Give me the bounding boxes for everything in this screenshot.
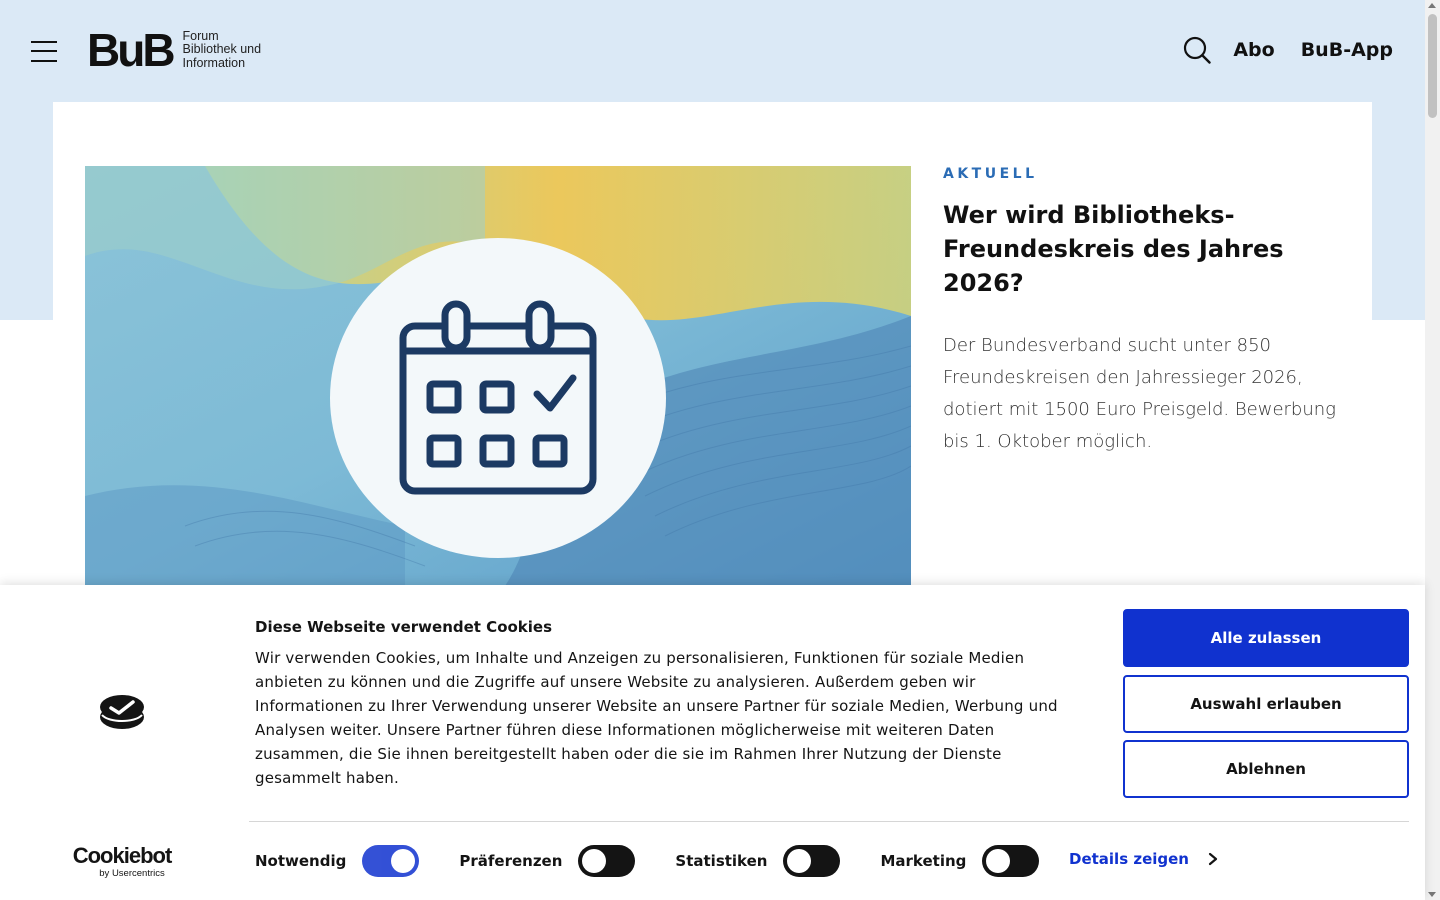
allow-all-button[interactable]: Alle zulassen	[1123, 609, 1409, 667]
logo-tagline-line: Information	[182, 55, 246, 70]
scroll-thumb[interactable]	[1428, 14, 1437, 118]
toggle-label: Präferenzen	[459, 851, 563, 870]
toggle-marketing[interactable]	[982, 844, 1040, 877]
search-icon[interactable]	[1183, 36, 1212, 64]
logo-tagline-line: Forum	[182, 28, 219, 43]
logo-tagline: Forum Bibliothek und Information	[182, 28, 262, 71]
site-header: BuB Forum Bibliothek und Information Abo…	[0, 0, 1425, 102]
teaser-text: AKTUELL Wer wird Bibliotheks-Freundeskre…	[943, 166, 1343, 458]
toggle-group-praeferenzen: Präferenzen	[459, 844, 636, 877]
cookie-divider	[249, 821, 1409, 822]
logo-tagline-line: Bibliothek und	[182, 42, 262, 57]
cookie-description: Wir verwenden Cookies, um Inhalte und An…	[255, 649, 1058, 787]
menu-icon[interactable]	[31, 38, 57, 64]
toggle-notwendig[interactable]	[362, 844, 420, 877]
header-nav: Abo BuB-App	[1183, 36, 1393, 64]
toggle-praeferenzen[interactable]	[578, 844, 636, 877]
nav-link-abo[interactable]: Abo	[1233, 39, 1274, 61]
toggle-statistiken[interactable]	[783, 844, 841, 877]
nav-link-bub-app[interactable]: BuB-App	[1301, 39, 1393, 61]
toggle-label: Statistiken	[675, 851, 768, 870]
details-link[interactable]: Details zeigen	[1069, 850, 1219, 868]
page-scrollbar[interactable]	[1425, 0, 1440, 900]
cookiebot-brand-name: Cookiebot	[72, 843, 173, 868]
teaser-kicker[interactable]: AKTUELL	[943, 166, 1343, 182]
chevron-right-icon	[1208, 852, 1218, 866]
cookie-title: Diese Webseite verwendet Cookies	[255, 618, 553, 636]
cookiebot-brand-sub: by Usercentrics	[99, 868, 165, 879]
toggle-label: Notwendig	[255, 851, 347, 870]
allow-selection-button[interactable]: Auswahl erlauben	[1123, 675, 1409, 733]
cookiebot-icon	[100, 695, 144, 729]
details-label: Details zeigen	[1069, 850, 1189, 868]
teaser-headline[interactable]: Wer wird Bibliotheks-Freundeskreis des J…	[943, 198, 1343, 300]
toggle-label: Marketing	[880, 851, 967, 870]
scroll-up-icon[interactable]	[1428, 3, 1436, 8]
cookie-banner: Diese Webseite verwendet Cookies Wir ver…	[0, 585, 1425, 900]
calendar-illustration	[85, 166, 911, 586]
cookiebot-brand[interactable]: Cookiebot by Usercentrics	[70, 843, 174, 880]
toggle-group-notwendig: Notwendig	[255, 844, 420, 877]
teaser-image[interactable]	[85, 166, 911, 586]
site-logo[interactable]: BuB Forum Bibliothek und Information	[87, 24, 262, 76]
scroll-down-icon[interactable]	[1428, 892, 1436, 897]
toggle-group-marketing: Marketing	[880, 844, 1040, 877]
cookie-toggles: Notwendig Präferenzen Statistiken Market…	[255, 844, 1079, 877]
logo-mark: BuB	[87, 24, 176, 76]
teaser-body: Der Bundesverband sucht unter 850 Freund…	[943, 335, 1336, 452]
deny-button[interactable]: Ablehnen	[1123, 740, 1409, 798]
toggle-group-statistiken: Statistiken	[675, 844, 841, 877]
